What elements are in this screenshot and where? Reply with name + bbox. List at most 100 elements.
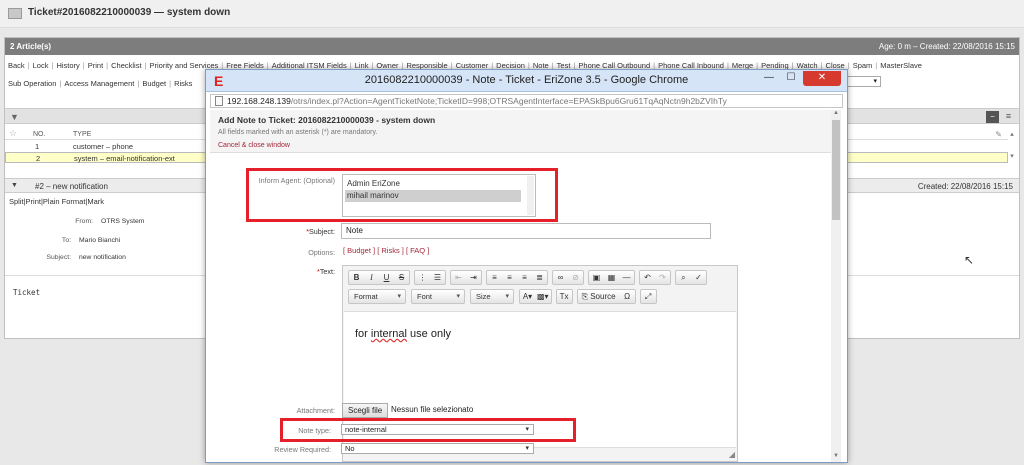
window-title: 2016082210000039 - Note - Ticket - EriZo…: [364, 74, 689, 86]
table-scrollbar[interactable]: ▴ ▾: [1007, 130, 1017, 168]
scroll-down-icon[interactable]: ▼: [831, 453, 841, 462]
menu-separator: |: [51, 61, 54, 70]
star-icon[interactable]: ☆: [9, 128, 17, 139]
redo-icon[interactable]: ↷: [655, 271, 670, 284]
maximize-icon[interactable]: ☐: [781, 71, 801, 86]
special-char-icon[interactable]: Ω: [620, 290, 635, 303]
article-actions: Split|Print|Plain Format|Mark: [9, 197, 104, 206]
resize-handle-icon[interactable]: ◢: [729, 450, 735, 459]
undo-icon[interactable]: ↶: [640, 271, 655, 284]
bold-button[interactable]: B: [349, 271, 364, 284]
article-body: Ticket: [13, 288, 41, 297]
scroll-up-icon[interactable]: ▲: [831, 110, 841, 119]
size-combo[interactable]: Size: [470, 289, 514, 304]
menu-item-print[interactable]: Print: [88, 61, 103, 70]
listbox-scrollbar[interactable]: [527, 176, 534, 215]
align-left-icon[interactable]: ≡: [487, 271, 502, 284]
horizontal-rule-icon[interactable]: —: [619, 271, 634, 284]
review-required-select[interactable]: No: [341, 443, 534, 454]
unlink-icon[interactable]: ⊘: [568, 271, 583, 284]
option-link-faq[interactable]: [ FAQ ]: [406, 246, 429, 255]
chevron-down-icon[interactable]: ▼: [11, 182, 18, 189]
options-label: Options:: [308, 248, 335, 257]
inform-agent-listbox[interactable]: Admin EriZone mihail marinov: [342, 174, 536, 217]
agent-option-selected[interactable]: mihail marinov: [345, 190, 521, 202]
minimize-icon[interactable]: —: [759, 71, 779, 86]
justify-icon[interactable]: ≣: [532, 271, 547, 284]
maximize-editor-icon[interactable]: ⤢: [641, 290, 656, 303]
popup-scrollbar[interactable]: ▲ ▼: [831, 110, 841, 462]
review-required-label: Review Required:: [274, 445, 331, 454]
address-bar[interactable]: 192.168.248.139/otrs/index.pl?Action=Age…: [210, 94, 843, 108]
image-icon[interactable]: ▣: [589, 271, 604, 284]
spellcheck-icon[interactable]: ✓: [691, 271, 706, 284]
menu-item-history[interactable]: History: [56, 61, 79, 70]
menu-item-sub-operation[interactable]: Sub Operation: [8, 79, 56, 88]
table-icon[interactable]: ▦: [604, 271, 619, 284]
cancel-close-link[interactable]: Cancel & close window: [218, 142, 290, 149]
find-icon[interactable]: ⌕: [676, 271, 691, 284]
collapse-icon[interactable]: −: [986, 111, 999, 123]
ticket-menu-row-2: Sub Operation | Access Management | Budget | R…: [8, 79, 192, 88]
align-center-icon[interactable]: ≡: [502, 271, 517, 284]
bg-color-icon[interactable]: ▩▾: [535, 290, 551, 303]
choose-file-button[interactable]: Scegli file: [342, 403, 389, 418]
row-type: system – email-notification-ext: [74, 154, 175, 163]
row-no: 2: [36, 154, 41, 163]
subject-input[interactable]: Note: [341, 223, 711, 239]
link-icon[interactable]: ∞: [553, 271, 568, 284]
option-link-budget[interactable]: [ Budget ]: [343, 246, 377, 255]
agent-option[interactable]: Admin EriZone: [345, 178, 521, 190]
article-action-split[interactable]: Split: [9, 197, 24, 206]
ticket-title-bar: Ticket#2016082210000039 — system down: [0, 0, 1024, 28]
editor-toolbar-row-2: Format Font Size A▾ ▩▾ Tx ⎘ Source Ω ⤢: [348, 289, 661, 304]
close-icon[interactable]: ✕: [803, 71, 841, 86]
menu-item-lock[interactable]: Lock: [33, 61, 49, 70]
from-field: From: OTRS System: [75, 218, 144, 225]
indent-icon[interactable]: ⇥: [466, 271, 481, 284]
article-action-mark[interactable]: Mark: [87, 197, 104, 206]
text-color-icon[interactable]: A▾: [520, 290, 535, 303]
italic-button[interactable]: I: [364, 271, 379, 284]
no-file-text: Nessun file selezionato: [391, 405, 474, 414]
menu-item-back[interactable]: Back: [8, 61, 25, 70]
menu-item-checklist[interactable]: Checklist: [111, 61, 141, 70]
remove-format-icon[interactable]: Tx: [557, 290, 572, 303]
mandatory-note: All fields marked with an asterisk (*) a…: [218, 129, 378, 136]
menu-separator: |: [169, 79, 172, 88]
note-type-select[interactable]: note-internal: [341, 424, 534, 435]
from-label: From:: [75, 218, 93, 225]
menu-separator: |: [59, 79, 62, 88]
menu-item-spam[interactable]: Spam: [853, 61, 873, 70]
strike-button[interactable]: S: [394, 271, 409, 284]
menu-item-access-management[interactable]: Access Management: [64, 79, 134, 88]
numbered-list-icon[interactable]: ⋮: [415, 271, 430, 284]
filter-icon[interactable]: ▼: [10, 112, 19, 122]
menu-item-budget[interactable]: Budget: [142, 79, 166, 88]
align-right-icon[interactable]: ≡: [517, 271, 532, 284]
editor-text-prefix: for: [355, 328, 371, 340]
page-title: Ticket#2016082210000039 — system down: [28, 7, 231, 18]
scroll-thumb[interactable]: [832, 120, 840, 220]
bg-select[interactable]: ▾: [847, 76, 881, 87]
menu-item-risks[interactable]: Risks: [174, 79, 192, 88]
list-view-icon[interactable]: ≡: [1002, 111, 1015, 123]
col-type: TYPE: [73, 131, 92, 138]
article-count: 2 Article(s): [10, 42, 52, 51]
font-combo[interactable]: Font: [411, 289, 465, 304]
article-action-plain-format[interactable]: Plain Format: [43, 197, 86, 206]
outdent-icon[interactable]: ⇤: [451, 271, 466, 284]
cursor-icon: ↖: [964, 253, 975, 267]
source-button[interactable]: ⎘ Source: [578, 290, 620, 303]
underline-button[interactable]: U: [379, 271, 394, 284]
to-label: To:: [61, 237, 71, 244]
format-combo[interactable]: Format: [348, 289, 406, 304]
subject-field: Subject: new notification: [46, 254, 125, 261]
ticket-icon: [8, 8, 22, 19]
article-action-print[interactable]: Print: [26, 197, 41, 206]
ticket-age: Age: 0 m – Created: 22/08/2016 15:15: [878, 42, 1015, 51]
option-link-risks[interactable]: [ Risks ]: [377, 246, 406, 255]
menu-item-masterslave[interactable]: MasterSlave: [880, 61, 922, 70]
window-titlebar[interactable]: E 2016082210000039 - Note - Ticket - Eri…: [206, 70, 847, 92]
bullet-list-icon[interactable]: ☰: [430, 271, 445, 284]
